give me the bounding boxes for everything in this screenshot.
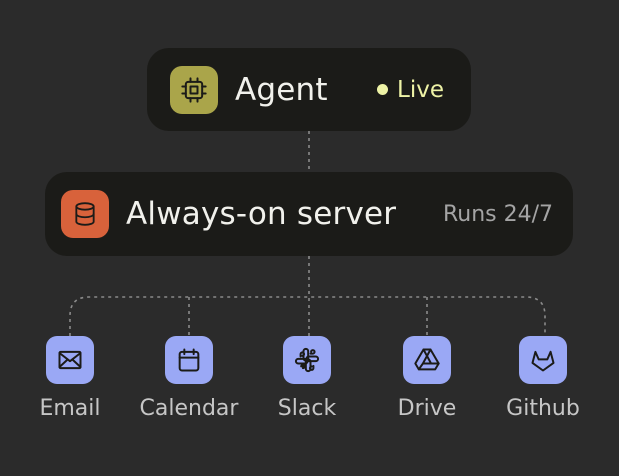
cpu-icon — [170, 65, 218, 114]
status-label: Live — [397, 76, 444, 103]
tool-github: Github — [483, 336, 603, 421]
server-title: Always-on server — [126, 196, 397, 232]
agent-card: Agent Live — [147, 48, 471, 131]
tool-label: Drive — [397, 396, 457, 421]
tool-label: Email — [39, 396, 101, 421]
tool-label: Slack — [277, 396, 337, 421]
server-card: Always-on server Runs 24/7 — [45, 172, 573, 256]
tool-slack: Slack — [247, 336, 367, 421]
database-icon — [61, 190, 109, 238]
tool-label: Github — [506, 396, 580, 421]
gitlab-icon — [519, 336, 567, 384]
agent-status-badge: Live — [377, 77, 444, 103]
calendar-icon — [165, 336, 213, 384]
tool-drive: Drive — [367, 336, 487, 421]
slack-icon — [283, 336, 331, 384]
mail-icon — [46, 336, 94, 384]
tool-email: Email — [10, 336, 130, 421]
tool-calendar: Calendar — [129, 336, 249, 421]
status-dot-icon — [377, 84, 389, 95]
tool-label: Calendar — [139, 396, 239, 421]
drive-icon — [403, 336, 451, 384]
agent-title: Agent — [235, 71, 328, 108]
server-uptime-note: Runs 24/7 — [442, 201, 553, 227]
